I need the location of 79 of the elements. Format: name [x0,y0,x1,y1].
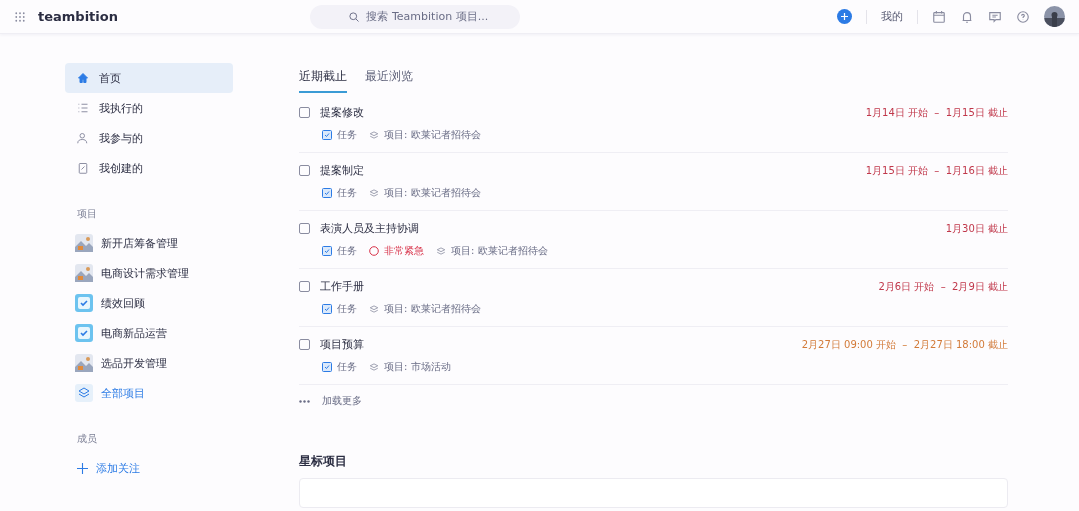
home-icon [77,72,89,84]
task-project: 项目: 市场活动 [384,360,451,374]
project-item[interactable]: 绩效回顾 [65,288,233,318]
task-date: 2月6日 开始 – 2月9日 截止 [878,279,1008,294]
task-project: 项目: 欧莱记者招待会 [384,186,481,200]
check-project-icon [75,324,93,342]
task-icon [322,246,332,256]
priority-label: 非常紧急 [384,244,424,258]
section-title: 成员 [77,432,98,446]
avatar[interactable] [1044,6,1065,27]
task-date: 1月30日 截止 [945,221,1008,236]
add-follow-link[interactable]: 添加关注 [65,453,233,483]
task-project: 项目: 欧莱记者招待会 [384,128,481,142]
calendar-icon [932,9,946,24]
more-icon [299,399,310,403]
logo[interactable]: teambition [38,9,118,24]
task-type: 任务 [337,186,357,200]
checkbox[interactable] [299,339,310,350]
tab[interactable]: 近期截止 [299,63,347,93]
bell-icon [960,9,974,24]
task-type: 任务 [337,302,357,316]
load-more-link[interactable]: 加载更多 [299,385,1008,417]
task-row[interactable]: 提案修改 1月14日 开始 – 1月15日 截止 任务 项目: 欧莱记者招待会 [299,95,1008,153]
project-item[interactable]: 新开店筹备管理 [65,228,233,258]
task-icon [322,130,332,140]
user-icon [77,132,89,144]
project-item[interactable]: 电商设计需求管理 [65,258,233,288]
layers-icon [369,130,379,140]
message-icon [988,9,1002,24]
task-icon [322,188,332,198]
search-icon [348,10,361,23]
checkbox[interactable] [299,281,310,292]
help-icon [1016,9,1030,24]
checkbox[interactable] [299,165,310,176]
task-date: 1月15日 开始 – 1月16日 截止 [865,163,1008,178]
nav-item[interactable]: 我参与的 [65,123,233,153]
task-title: 表演人员及主持协调 [320,221,419,236]
checkbox[interactable] [299,107,310,118]
layers-icon [436,246,446,256]
section-title: 星标项目 [299,453,348,470]
section-title: 项目 [77,207,98,221]
nav-item[interactable]: 我执行的 [65,93,233,123]
task-row[interactable]: 提案制定 1月15日 开始 – 1月16日 截止 任务 项目: 欧莱记者招待会 [299,153,1008,211]
tab[interactable]: 最近浏览 [365,63,413,93]
task-project: 项目: 欧莱记者招待会 [384,302,481,316]
circle-icon [369,246,379,256]
task-type: 任务 [337,128,357,142]
layers-icon [369,362,379,372]
nav-item[interactable]: 首页 [65,63,233,93]
task-project: 项目: 欧莱记者招待会 [451,244,548,258]
task-title: 提案制定 [320,163,364,178]
task-type: 任务 [337,360,357,374]
mine-link[interactable]: 我的 [881,9,903,24]
check-project-icon [75,294,93,312]
task-title: 提案修改 [320,105,364,120]
task-icon [322,304,332,314]
plus-icon [841,13,848,20]
task-title: 工作手册 [320,279,364,294]
clipboard-icon [77,162,89,174]
search-field[interactable]: 搜索 Teambition 项目... [310,4,521,29]
nav-item[interactable]: 我创建的 [65,153,233,183]
task-icon [322,362,332,372]
task-row[interactable]: 表演人员及主持协调 1月30日 截止 任务 非常紧急 项目: 欧莱记者招待会 [299,211,1008,269]
add-button[interactable] [837,9,852,24]
apps-icon [14,10,26,23]
project-item[interactable]: 全部项目 [65,378,233,408]
task-date: 1月14日 开始 – 1月15日 截止 [865,105,1008,120]
layers-icon [369,188,379,198]
task-date: 2月27日 09:00 开始 – 2月27日 18:00 截止 [801,337,1008,352]
task-title: 项目预算 [320,337,364,352]
task-type: 任务 [337,244,357,258]
task-row[interactable]: 工作手册 2月6日 开始 – 2月9日 截止 任务 项目: 欧莱记者招待会 [299,269,1008,327]
task-row[interactable]: 项目预算 2月27日 09:00 开始 – 2月27日 18:00 截止 任务 项目: 市场活动 [299,327,1008,385]
plus-icon [77,462,88,474]
project-item[interactable]: 选品开发管理 [65,348,233,378]
checkbox[interactable] [299,223,310,234]
layers-icon [75,384,93,402]
layers-icon [369,304,379,314]
project-item[interactable]: 电商新品运营 [65,318,233,348]
